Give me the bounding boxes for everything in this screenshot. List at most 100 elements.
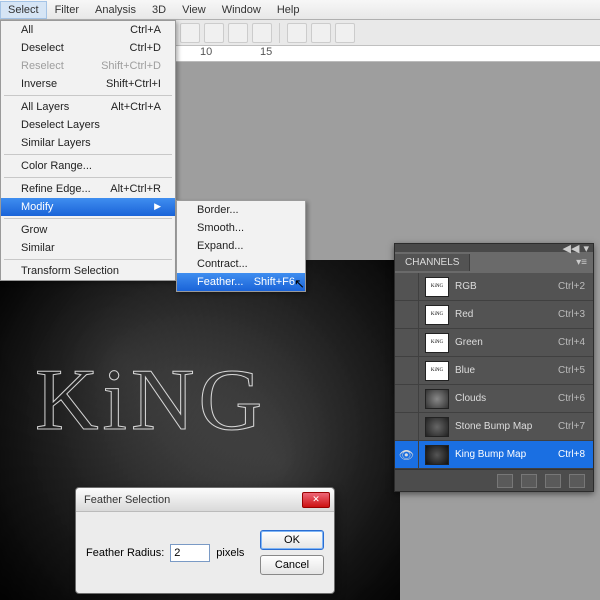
menu-item-label: Reselect: [21, 60, 64, 72]
channels-tab[interactable]: CHANNELS: [395, 254, 470, 271]
submenu-item-contract[interactable]: Contract...: [177, 255, 305, 273]
menu-item-label: Similar Layers: [21, 137, 91, 149]
menu-item-similar[interactable]: Similar: [1, 239, 175, 257]
menu-divider: [4, 218, 172, 219]
toolbar-button[interactable]: [335, 23, 355, 43]
menu-3d[interactable]: 3D: [144, 1, 174, 19]
visibility-toggle[interactable]: 👁: [395, 441, 419, 468]
channel-name: Clouds: [455, 393, 558, 404]
channel-row-king-bump-map[interactable]: 👁 King Bump MapCtrl+8: [395, 441, 593, 469]
menu-item-all[interactable]: AllCtrl+A: [1, 21, 175, 39]
menu-item-label: Modify: [21, 201, 53, 213]
toolbar-button[interactable]: [228, 23, 248, 43]
menu-shortcut: Shift+Ctrl+I: [106, 78, 161, 90]
channel-name: Red: [455, 309, 558, 320]
channel-name: Green: [455, 337, 558, 348]
toolbar-button[interactable]: [204, 23, 224, 43]
visibility-toggle[interactable]: [395, 273, 419, 300]
ruler-mark: 15: [260, 46, 272, 58]
submenu-item-label: Feather...: [197, 276, 243, 288]
submenu-shortcut: Shift+F6: [254, 276, 295, 288]
panel-options-icon[interactable]: ▾≡: [576, 257, 587, 268]
toolbar-button[interactable]: [180, 23, 200, 43]
menu-filter[interactable]: Filter: [47, 1, 87, 19]
channel-shortcut: Ctrl+8: [558, 449, 593, 460]
submenu-item-label: Smooth...: [197, 222, 244, 234]
channel-shortcut: Ctrl+3: [558, 309, 593, 320]
channel-row-blue[interactable]: KiNGBlueCtrl+5: [395, 357, 593, 385]
menu-window[interactable]: Window: [214, 1, 269, 19]
submenu-item-border[interactable]: Border...: [177, 201, 305, 219]
channel-row-green[interactable]: KiNG GreenCtrl+4: [395, 329, 593, 357]
close-icon[interactable]: ✕: [302, 492, 330, 508]
channel-thumbnail: KiNG: [425, 333, 449, 353]
channel-row-red[interactable]: KiNGRedCtrl+3: [395, 301, 593, 329]
menu-shortcut: Alt+Ctrl+A: [111, 101, 161, 113]
menu-item-label: Grow: [21, 224, 47, 236]
menu-item-label: Color Range...: [21, 160, 92, 172]
visibility-toggle[interactable]: [395, 385, 419, 412]
channel-shortcut: Ctrl+2: [558, 281, 593, 292]
visibility-toggle[interactable]: [395, 301, 419, 328]
dialog-titlebar[interactable]: Feather Selection ✕: [76, 488, 334, 512]
channel-thumbnail: [425, 445, 449, 465]
menu-analysis[interactable]: Analysis: [87, 1, 144, 19]
channel-row-clouds[interactable]: CloudsCtrl+6: [395, 385, 593, 413]
channel-shortcut: Ctrl+4: [558, 337, 593, 348]
channels-panel: ◀◀▾ CHANNELS ▾≡ KiNGRGBCtrl+2KiNGRedCtrl…: [394, 243, 594, 492]
load-selection-button[interactable]: [497, 474, 513, 488]
channel-name: RGB: [455, 281, 558, 292]
menu-shortcut: Alt+Ctrl+R: [110, 183, 161, 195]
channel-row-stone-bump-map[interactable]: Stone Bump MapCtrl+7: [395, 413, 593, 441]
feather-radius-label: Feather Radius:: [86, 547, 164, 559]
menu-item-deselect-layers[interactable]: Deselect Layers: [1, 116, 175, 134]
menu-item-all-layers[interactable]: All Layers Alt+Ctrl+A: [1, 98, 175, 116]
channel-row-rgb[interactable]: KiNGRGBCtrl+2: [395, 273, 593, 301]
new-channel-button[interactable]: [545, 474, 561, 488]
menu-help[interactable]: Help: [269, 1, 308, 19]
cancel-button[interactable]: Cancel: [260, 555, 324, 575]
channels-panel-footer: [395, 469, 593, 491]
submenu-item-label: Border...: [197, 204, 239, 216]
channel-thumbnail: KiNG: [425, 361, 449, 381]
menu-item-label: All Layers: [21, 101, 69, 113]
menu-item-label: Deselect Layers: [21, 119, 100, 131]
menu-item-inverse[interactable]: InverseShift+Ctrl+I: [1, 75, 175, 93]
submenu-item-expand[interactable]: Expand...: [177, 237, 305, 255]
menu-item-label: Transform Selection: [21, 265, 119, 277]
submenu-item-smooth[interactable]: Smooth...: [177, 219, 305, 237]
submenu-item-label: Expand...: [197, 240, 243, 252]
ok-button[interactable]: OK: [260, 530, 324, 550]
menu-item-refine-edge[interactable]: Refine Edge...Alt+Ctrl+R: [1, 180, 175, 198]
menu-divider: [4, 154, 172, 155]
channel-name: Blue: [455, 365, 558, 376]
channels-panel-header: CHANNELS ▾≡: [395, 252, 593, 273]
menu-item-reselect: ReselectShift+Ctrl+D: [1, 57, 175, 75]
submenu-arrow-icon: ▶: [154, 201, 161, 213]
panel-top-handle[interactable]: ◀◀▾: [395, 244, 593, 252]
menu-view[interactable]: View: [174, 1, 214, 19]
menu-divider: [4, 177, 172, 178]
visibility-toggle[interactable]: [395, 357, 419, 384]
visibility-toggle[interactable]: [395, 413, 419, 440]
menu-item-grow[interactable]: Grow: [1, 221, 175, 239]
toolbar-button[interactable]: [252, 23, 272, 43]
visibility-toggle[interactable]: [395, 329, 419, 356]
feather-radius-input[interactable]: [170, 544, 210, 562]
dialog-title: Feather Selection: [84, 494, 170, 506]
toolbar-button[interactable]: [311, 23, 331, 43]
channel-thumbnail: [425, 389, 449, 409]
menu-item-similar-layers[interactable]: Similar Layers: [1, 134, 175, 152]
delete-channel-button[interactable]: [569, 474, 585, 488]
menu-item-transform-selection[interactable]: Transform Selection: [1, 262, 175, 280]
save-selection-button[interactable]: [521, 474, 537, 488]
toolbar-button[interactable]: [287, 23, 307, 43]
menu-item-modify[interactable]: Modify ▶: [1, 198, 175, 216]
menu-select[interactable]: Select: [0, 1, 47, 19]
channel-name: King Bump Map: [455, 449, 558, 460]
menu-item-deselect[interactable]: DeselectCtrl+D: [1, 39, 175, 57]
channel-name: Stone Bump Map: [455, 421, 558, 432]
menu-item-label: Similar: [21, 242, 55, 254]
menu-item-color-range[interactable]: Color Range...: [1, 157, 175, 175]
submenu-item-feather[interactable]: Feather... Shift+F6: [177, 273, 305, 291]
